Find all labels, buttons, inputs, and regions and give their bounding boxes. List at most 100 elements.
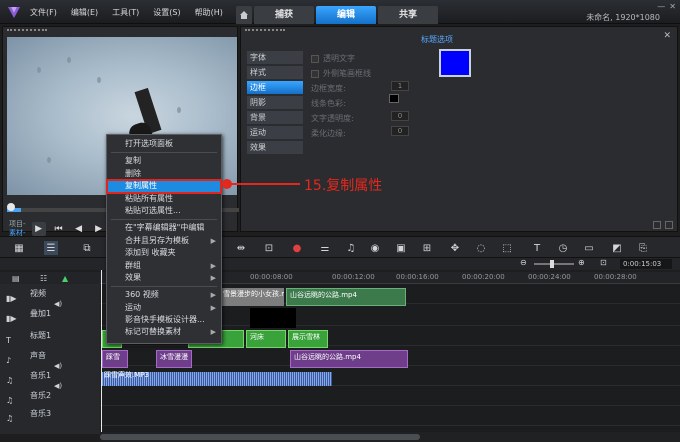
menu-edit-in-subtitle-editor[interactable]: 在"字幕编辑器"中编辑 xyxy=(107,222,221,234)
menu-effects[interactable]: 效果 ▶ xyxy=(107,272,221,284)
prev-frame-button[interactable]: ◀ xyxy=(72,222,86,236)
auto-music-button[interactable]: ♫ xyxy=(344,241,358,255)
crop-button[interactable]: ⬚ xyxy=(500,241,514,255)
record-button[interactable]: ● xyxy=(290,241,304,255)
border-width-stepper[interactable]: 1 xyxy=(391,81,409,91)
text-opacity-option: 文字透明度: xyxy=(311,111,371,126)
menu-template-designer[interactable]: 影音快手模板设计器... xyxy=(107,314,221,326)
subtitle-button[interactable]: ▣ xyxy=(394,241,408,255)
add-track-icon[interactable]: ▲ xyxy=(62,274,68,283)
export-button[interactable]: ⎘ xyxy=(636,241,650,255)
menu-open-options[interactable]: 打开选项面板 xyxy=(107,138,221,150)
split-button[interactable]: ⇹ xyxy=(234,241,248,255)
mute-icon[interactable]: ◀) xyxy=(54,362,62,370)
options-tab-background[interactable]: 背景 xyxy=(247,111,303,124)
video-clip[interactable]: 雪景漫步的小女孩.mp4 xyxy=(220,288,284,306)
footer-square-icon[interactable] xyxy=(653,221,661,229)
timecode-display[interactable]: 0:00:15:03 xyxy=(620,259,672,269)
motion-button[interactable]: ◉ xyxy=(368,241,382,255)
mixer-button[interactable]: ⚌ xyxy=(318,241,332,255)
storyboard-view-button[interactable]: ▦ xyxy=(12,241,26,255)
multicam-button[interactable]: ⊞ xyxy=(420,241,434,255)
play-button[interactable]: ▶ xyxy=(31,222,46,236)
voice-clip[interactable]: 踩雪 xyxy=(102,350,128,368)
title-clip[interactable]: 河床 xyxy=(246,330,286,348)
title-clip[interactable]: 展示雪林 xyxy=(288,330,328,348)
menu-delete[interactable]: 删除 xyxy=(107,168,221,180)
mute-icon[interactable]: ◀) xyxy=(54,382,62,390)
menu-copy[interactable]: 复制 xyxy=(107,155,221,167)
next-frame-button[interactable]: ▶ xyxy=(92,222,106,236)
menu-group[interactable]: 群组 ▶ xyxy=(107,260,221,272)
app-logo-icon xyxy=(8,7,20,18)
title-3d-button[interactable]: T xyxy=(530,241,544,255)
timeline-view-button[interactable]: ☰ xyxy=(44,241,58,255)
mute-icon[interactable]: ◀) xyxy=(54,300,62,308)
menu-merge-save-template[interactable]: 合并且另存为模板 ▶ xyxy=(107,235,221,247)
text-opacity-stepper[interactable]: 0 xyxy=(391,111,409,121)
home-button[interactable]: ⏮ xyxy=(52,222,66,236)
menu-add-to-favorites[interactable]: 添加到 收藏夹 xyxy=(107,247,221,259)
outer-stroke-option[interactable]: 外侧笔画框线 xyxy=(311,66,371,81)
soft-edge-stepper[interactable]: 0 xyxy=(391,126,409,136)
line-color-swatch[interactable] xyxy=(389,94,399,103)
undo-button[interactable]: ⧉ xyxy=(80,241,94,255)
fit-button[interactable]: ⊡ xyxy=(262,241,276,255)
menu-edit[interactable]: 编辑(E) xyxy=(71,7,98,18)
overlay-clip[interactable] xyxy=(250,308,296,328)
menu-paste-all-attributes[interactable]: 粘贴所有属性 xyxy=(107,193,221,205)
playhead[interactable] xyxy=(101,270,102,432)
footer-square-icon[interactable] xyxy=(665,221,673,229)
outer-stroke-checkbox[interactable] xyxy=(311,69,319,78)
zoom-slider-handle[interactable] xyxy=(550,260,554,268)
screen-button[interactable]: ▭ xyxy=(582,241,596,255)
panel-grip[interactable] xyxy=(7,29,47,32)
options-close-button[interactable]: ✕ xyxy=(663,31,671,41)
transparent-text-checkbox[interactable] xyxy=(311,54,319,63)
track-list-icon[interactable]: ☷ xyxy=(40,274,47,283)
scrub-handle[interactable] xyxy=(7,203,15,211)
options-tab-font[interactable]: 字体 xyxy=(247,51,303,64)
menu-paste-selected-attributes[interactable]: 粘贴可选属性... xyxy=(107,205,221,217)
menu-help[interactable]: 帮助(H) xyxy=(195,7,223,18)
home-tab[interactable] xyxy=(236,6,252,24)
option-label: 透明文字 xyxy=(323,54,355,63)
menu-file[interactable]: 文件(F) xyxy=(30,7,57,18)
close-button[interactable]: ✕ xyxy=(669,2,676,11)
music2-lane xyxy=(100,386,680,406)
menu-settings[interactable]: 设置(S) xyxy=(153,7,180,18)
options-tab-border[interactable]: 边框 xyxy=(247,81,303,94)
options-tab-motion[interactable]: 运动 xyxy=(247,126,303,139)
timeline-scrollbar[interactable] xyxy=(100,432,680,442)
project-mode-label[interactable]: 项目- xyxy=(9,220,26,229)
options-tab-effects[interactable]: 效果 xyxy=(247,141,303,154)
transparent-text-option[interactable]: 透明文字 xyxy=(311,51,371,66)
scrollbar-thumb[interactable] xyxy=(100,434,420,440)
timer-button[interactable]: ◷ xyxy=(556,241,570,255)
menu-copy-attributes[interactable]: 复制属性 xyxy=(106,179,222,194)
menu-360-video[interactable]: 360 视频 ▶ xyxy=(107,289,221,301)
options-tab-style[interactable]: 样式 xyxy=(247,66,303,79)
options-tab-shadow[interactable]: 阴影 xyxy=(247,96,303,109)
tab-capture[interactable]: 捕获 xyxy=(254,6,314,24)
minimize-button[interactable]: — xyxy=(657,2,665,11)
overlay-track-icon: ▮▶ xyxy=(6,314,17,323)
tab-share[interactable]: 共享 xyxy=(378,6,438,24)
track-manager-icon[interactable]: ▤ xyxy=(12,274,20,283)
mask-button[interactable]: ◌ xyxy=(474,241,488,255)
video-clip[interactable]: 山谷远眺的公路.mp4 xyxy=(286,288,406,306)
tab-edit[interactable]: 编辑 xyxy=(316,6,376,24)
color-grade-button[interactable]: ◩ xyxy=(610,241,624,255)
track-motion-button[interactable]: ✥ xyxy=(448,241,462,255)
zoom-slider[interactable] xyxy=(534,263,574,265)
fit-timeline-icon[interactable]: ⊡ xyxy=(600,258,607,267)
options-grip[interactable] xyxy=(245,29,285,32)
title-color-swatch[interactable] xyxy=(439,49,471,77)
voice-clip[interactable]: 冰雪漫漫 xyxy=(156,350,192,368)
voice-clip[interactable]: 山谷远眺的公路.mp4 xyxy=(290,350,408,368)
zoom-out-icon[interactable]: ⊖ xyxy=(520,258,527,267)
menu-tools[interactable]: 工具(T) xyxy=(112,7,139,18)
zoom-in-icon[interactable]: ⊕ xyxy=(578,258,585,267)
menu-motion[interactable]: 运动 ▶ xyxy=(107,302,221,314)
menu-mark-replaceable[interactable]: 标记可替换素材 ▶ xyxy=(107,326,221,338)
